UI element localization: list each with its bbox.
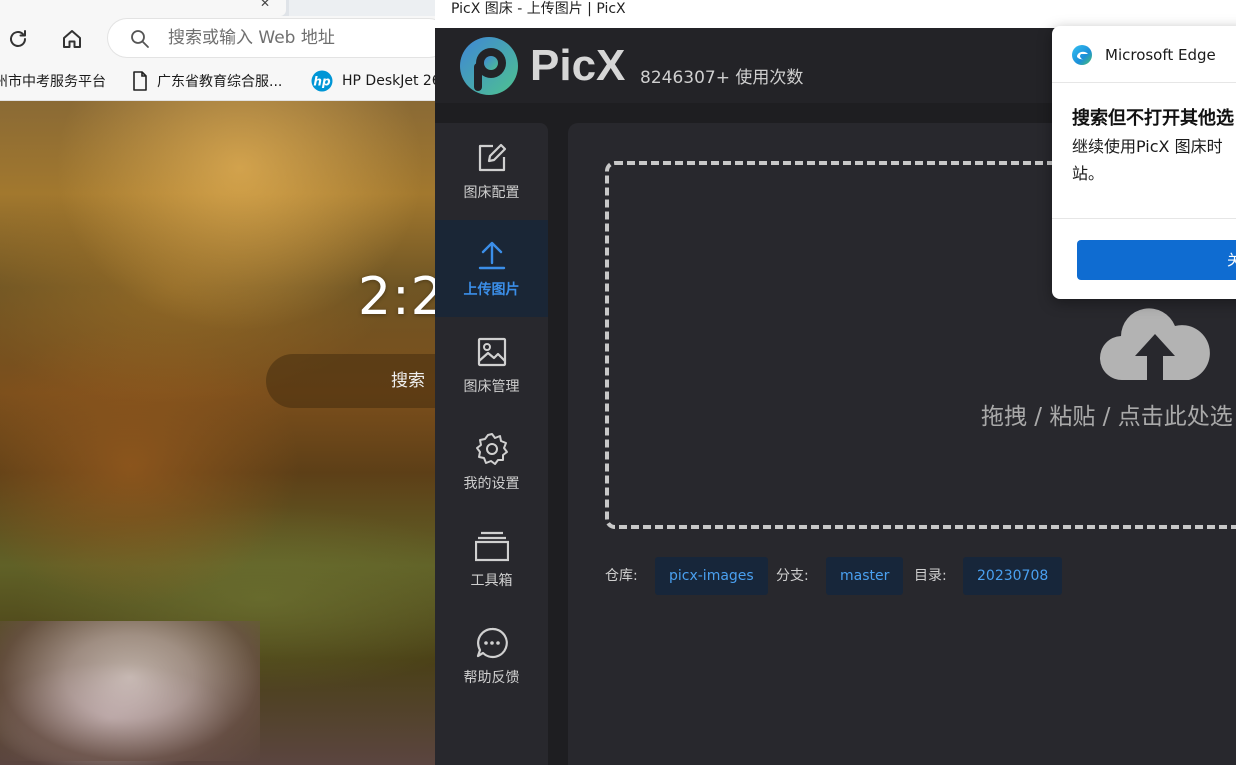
- chat-icon: [475, 626, 509, 660]
- address-bar[interactable]: [108, 19, 436, 57]
- branch-tag[interactable]: master: [826, 557, 904, 595]
- gear-icon: [475, 432, 509, 466]
- toolbox-icon: [474, 529, 509, 563]
- picx-logo-text: PicX: [530, 41, 626, 90]
- newtab-search-label: 搜索: [391, 371, 425, 391]
- repo-tag[interactable]: picx-images: [655, 557, 768, 595]
- bookmark-hp-deskjet[interactable]: hp HP DeskJet 26: [311, 62, 436, 100]
- directory-label: 目录:: [914, 568, 947, 584]
- popup-header: Microsoft Edge: [1052, 26, 1236, 83]
- wallpaper-lake: [0, 621, 260, 761]
- nav-item-toolbox[interactable]: 工具箱: [435, 511, 548, 608]
- nav-item-manage[interactable]: 图床管理: [435, 317, 548, 414]
- edge-browser-window: ✕ 州市中考服务平台: [0, 0, 436, 765]
- page-icon: [132, 71, 148, 91]
- popup-divider: [1052, 218, 1236, 219]
- window-title: PicX 图床 - 上传图片 | PicX: [451, 1, 626, 17]
- picx-titlebar: PicX 图床 - 上传图片 | PicX: [435, 0, 1236, 28]
- bookmark-label: 广东省教育综合服...: [157, 74, 283, 90]
- upload-meta: 仓库: picx-images 分支: master 目录: 20230708: [605, 557, 1236, 595]
- nav-label: 帮助反馈: [463, 670, 520, 686]
- refresh-icon: [10, 30, 26, 47]
- cloud-upload-icon: [1099, 308, 1210, 381]
- nav-item-help[interactable]: 帮助反馈: [435, 608, 548, 705]
- home-icon: [63, 30, 81, 48]
- edge-notification-popup: Microsoft Edge 搜索但不打开其他选 继续使用PicX 图床时 站。…: [1052, 26, 1236, 299]
- search-icon: [131, 30, 149, 48]
- edge-logo-icon: [1072, 45, 1092, 65]
- nav-label: 上传图片: [463, 282, 520, 298]
- picx-logo-icon[interactable]: [459, 36, 519, 96]
- bookmark-label: 州市中考服务平台: [0, 74, 106, 90]
- browser-toolbar: [0, 16, 436, 62]
- edit-icon: [475, 141, 509, 175]
- nav-item-config[interactable]: 图床配置: [435, 123, 548, 220]
- repo-label: 仓库:: [605, 568, 638, 584]
- hp-logo-icon: hp: [311, 70, 333, 92]
- nav-item-settings[interactable]: 我的设置: [435, 414, 548, 511]
- nav-label: 图床配置: [463, 185, 520, 201]
- newtab-clock: 2:24: [358, 267, 436, 327]
- tab-close-icon[interactable]: ✕: [260, 0, 270, 10]
- image-icon: [475, 335, 509, 369]
- picx-sidebar: 图床配置 上传图片 图床管理 我的设置 工具箱 帮助反馈: [435, 123, 548, 765]
- bookmark-zhongkao[interactable]: 州市中考服务平台: [0, 62, 106, 100]
- usage-count: 8246307+ 使用次数: [640, 68, 804, 88]
- browser-tab-inactive[interactable]: [289, 0, 436, 16]
- popup-body-line: 站。: [1072, 164, 1105, 183]
- address-input[interactable]: [168, 19, 436, 57]
- popup-body-line: 继续使用PicX 图床时: [1072, 137, 1223, 156]
- upload-arrow-icon: [475, 238, 509, 272]
- browser-tab-active[interactable]: ✕: [0, 0, 286, 16]
- popup-body: 继续使用PicX 图床时 站。: [1072, 133, 1236, 187]
- bookmarks-bar: 州市中考服务平台 广东省教育综合服... hp HP DeskJet 26: [0, 62, 436, 101]
- popup-title: 搜索但不打开其他选: [1072, 108, 1234, 129]
- browser-tab-strip: ✕: [0, 0, 436, 16]
- nav-item-upload[interactable]: 上传图片: [435, 220, 548, 317]
- popup-brand: Microsoft Edge: [1105, 46, 1216, 64]
- newtab-search-box[interactable]: 搜索: [266, 354, 436, 408]
- bookmark-guangdong-education[interactable]: 广东省教育综合服...: [132, 62, 282, 100]
- upload-hint: 拖拽 / 粘贴 / 点击此处选: [981, 404, 1233, 430]
- popup-primary-button[interactable]: 关: [1077, 240, 1236, 280]
- svg-text:hp: hp: [313, 75, 331, 89]
- nav-label: 我的设置: [463, 476, 520, 492]
- bookmark-label: HP DeskJet 26: [342, 73, 436, 89]
- nav-label: 图床管理: [463, 379, 520, 395]
- refresh-button[interactable]: [3, 24, 33, 54]
- directory-tag[interactable]: 20230708: [963, 557, 1063, 595]
- home-button[interactable]: [57, 24, 87, 54]
- nav-label: 工具箱: [470, 573, 513, 589]
- newtab-wallpaper: [0, 101, 436, 765]
- branch-label: 分支:: [776, 568, 809, 584]
